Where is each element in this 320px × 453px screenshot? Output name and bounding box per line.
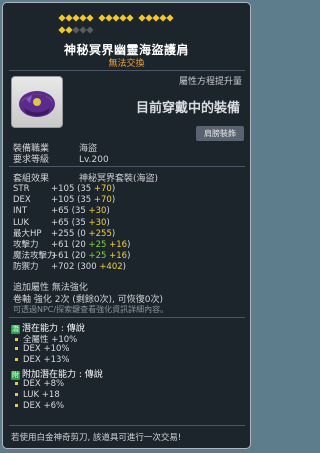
stat-bonus: +25 xyxy=(88,251,107,262)
set-effect-row: 套組效果 神秘冥界套裝(海盜) xyxy=(13,174,159,184)
stat-bonus: +16 xyxy=(106,251,128,262)
star-icon xyxy=(86,14,94,22)
pauldron-icon xyxy=(19,91,55,117)
divider xyxy=(9,425,245,426)
stat-row: INT +65 (35 +30) xyxy=(13,206,130,217)
stat-bonus: +30 xyxy=(88,217,107,228)
stat-total: +105 xyxy=(51,184,78,194)
potential-text: DEX +13% xyxy=(23,355,70,365)
stat-total: +61 xyxy=(51,251,72,262)
stat-total: +65 xyxy=(51,217,72,228)
slot-badge: 肩膀裝飾 xyxy=(196,126,244,141)
stat-total: +61 xyxy=(51,240,72,251)
stat-name: 魔法攻擊力 xyxy=(13,251,56,262)
bullet-icon xyxy=(15,404,18,407)
potential-line: DEX +6% xyxy=(15,401,64,411)
stat-total: +255 xyxy=(51,228,78,239)
stat-bonus: +30 xyxy=(88,206,107,217)
potential-text: DEX +8% xyxy=(23,379,65,389)
stat-base: (20 xyxy=(71,240,89,251)
stat-row: DEX +105 (35 +70) xyxy=(13,195,130,206)
stat-bonus: +16 xyxy=(106,240,128,251)
stat-lines: STR +105 (35 +70) DEX +105 (35 +70) INT +65 (… xyxy=(13,184,130,274)
npc-note: 可透過NPC/探索鍵查看強化資訊詳細內容。 xyxy=(13,305,169,314)
star-icon xyxy=(86,26,94,34)
stat-paren: ) xyxy=(127,240,131,251)
stat-name: LUK xyxy=(13,217,30,228)
stat-name: 防禦力 xyxy=(13,262,39,273)
stat-base: (35 xyxy=(71,217,89,228)
stat-row: 最大HP +255 (0 +255) xyxy=(13,229,130,240)
level-row: 要求等級 Lv.200 xyxy=(13,155,109,165)
item-icon-frame xyxy=(11,76,63,128)
stat-name: 最大HP xyxy=(13,228,42,239)
bullet-icon xyxy=(15,347,18,350)
stat-paren: ) xyxy=(111,184,116,194)
potential-text: DEX +6% xyxy=(23,401,65,411)
stat-name: INT xyxy=(13,206,28,217)
stat-bonus: +255 xyxy=(88,228,112,239)
stat-base: (300 xyxy=(77,262,100,273)
stat-row: 攻擊力 +61 (20 +25 +16) xyxy=(13,240,130,251)
potential-line: DEX +13% xyxy=(15,355,69,365)
stat-row: STR +105 (35 +70) xyxy=(13,184,130,195)
divider xyxy=(9,70,245,71)
stat-paren: ) xyxy=(111,195,116,206)
stat-name: 攻擊力 xyxy=(13,240,39,251)
divider xyxy=(9,166,245,167)
stat-total: +65 xyxy=(51,206,72,217)
potential-text: LUK +18 xyxy=(23,390,60,400)
stat-paren: ) xyxy=(127,251,131,262)
stat-paren: ) xyxy=(106,217,110,228)
bullet-icon xyxy=(15,358,18,361)
stat-base: (35 xyxy=(71,206,89,217)
stat-base: (20 xyxy=(71,251,89,262)
stat-name: STR xyxy=(13,184,30,194)
equipped-label: 目前穿戴中的裝備 xyxy=(135,101,240,116)
stat-base: (0 xyxy=(77,228,89,239)
stat-paren: ) xyxy=(111,228,116,239)
potential-line: DEX +8% xyxy=(15,379,64,389)
potential-text: DEX +10% xyxy=(23,344,70,354)
stat-total: +702 xyxy=(51,262,78,273)
stat-name: DEX xyxy=(13,195,31,206)
stat-bonus: +25 xyxy=(88,240,107,251)
divider xyxy=(9,317,245,318)
stat-bonus: +402 xyxy=(99,262,123,273)
bullet-icon xyxy=(15,338,18,341)
compare-label: 屬性方程提升量 xyxy=(178,77,242,87)
star-force-rating xyxy=(58,12,209,36)
potential-line: LUK +18 xyxy=(15,390,60,400)
bullet-icon xyxy=(15,382,18,385)
potential-line: DEX +10% xyxy=(15,344,69,354)
stat-bonus: +70 xyxy=(93,195,112,206)
stat-bonus: +70 xyxy=(93,184,112,194)
item-tooltip: 神秘冥界幽靈海盜護肩 無法交換 屬性方程提升量 目前穿戴中的裝備 肩膀裝飾 裝備… xyxy=(2,2,251,449)
stat-total: +105 xyxy=(51,195,78,206)
stat-paren: ) xyxy=(106,206,110,217)
stat-row: 魔法攻擊力+61 (20 +25 +16) xyxy=(13,251,130,262)
stat-base: (35 xyxy=(77,184,94,194)
bullet-icon xyxy=(15,393,18,396)
stat-paren: ) xyxy=(122,262,126,273)
stat-row: LUK +65 (35 +30) xyxy=(13,218,130,229)
trade-status: 無法交換 xyxy=(108,59,145,69)
stat-base: (35 xyxy=(77,195,94,206)
footer-note: 若使用白金神奇剪刀, 該道具可進行一次交易! xyxy=(11,433,182,443)
star-icon xyxy=(166,14,174,22)
star-icon xyxy=(126,14,134,22)
stat-row: 防禦力 +702 (300 +402) xyxy=(13,262,130,273)
